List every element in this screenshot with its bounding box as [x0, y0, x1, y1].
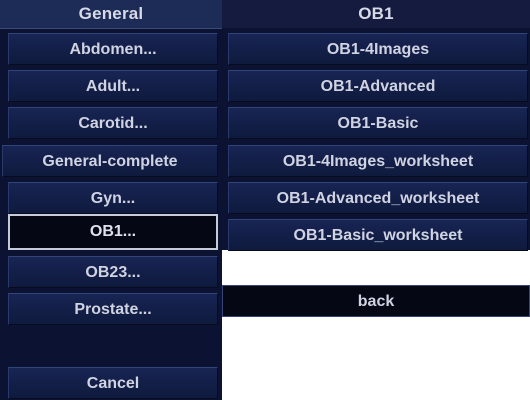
- category-item-carotid[interactable]: Carotid...: [8, 107, 218, 139]
- preset-panel: OB1 OB1-4Images OB1-Advanced OB1-Basic O…: [222, 0, 530, 317]
- category-item-ob1[interactable]: OB1...: [8, 214, 218, 250]
- category-item-ob23[interactable]: OB23...: [8, 256, 218, 288]
- category-header: General: [0, 0, 222, 29]
- cancel-button[interactable]: Cancel: [8, 367, 218, 399]
- category-item-general-complete[interactable]: General-complete: [2, 145, 218, 177]
- category-panel: General Abdomen... Adult... Carotid... G…: [0, 0, 222, 400]
- category-item-gyn[interactable]: Gyn...: [8, 182, 218, 214]
- preset-item-ob1-basic[interactable]: OB1-Basic: [228, 107, 528, 139]
- category-item-abdomen[interactable]: Abdomen...: [8, 33, 218, 65]
- preset-header: OB1: [222, 0, 530, 29]
- category-item-adult[interactable]: Adult...: [8, 70, 218, 102]
- preset-item-ob1-advanced[interactable]: OB1-Advanced: [228, 70, 528, 102]
- preset-item-ob1-basic-worksheet[interactable]: OB1-Basic_worksheet: [228, 219, 528, 251]
- preset-item-ob1-4images-worksheet[interactable]: OB1-4Images_worksheet: [228, 145, 528, 177]
- preset-item-ob1-advanced-worksheet[interactable]: OB1-Advanced_worksheet: [228, 182, 528, 214]
- preset-item-ob1-4images[interactable]: OB1-4Images: [228, 33, 528, 65]
- preset-selection-menu: General Abdomen... Adult... Carotid... G…: [0, 0, 530, 400]
- category-item-prostate[interactable]: Prostate...: [8, 293, 218, 325]
- back-button[interactable]: back: [222, 285, 530, 317]
